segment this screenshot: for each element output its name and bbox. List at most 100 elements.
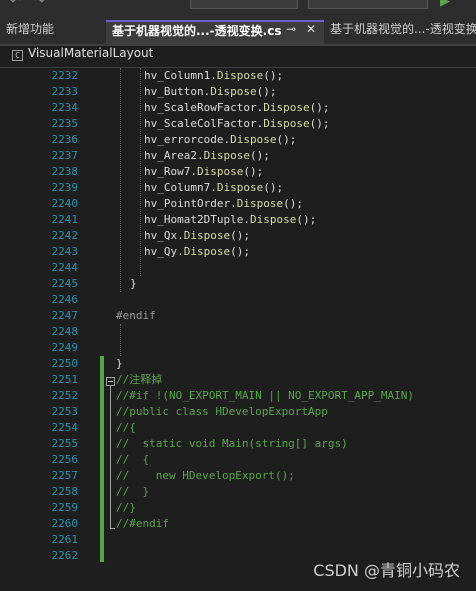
line-number: 2241 — [51, 213, 79, 226]
code-line[interactable]: 2259 //} — [0, 500, 476, 516]
line-number: 2235 — [51, 117, 79, 130]
code-line[interactable]: 2234 hv_ScaleRowFactor.Dispose(); — [0, 100, 476, 116]
platform-dropdown[interactable] — [308, 0, 428, 9]
line-number: 2232 — [51, 69, 79, 82]
line-number: 2250 — [51, 357, 79, 370]
code-text: hv_errorcode.Dispose(); — [144, 133, 297, 146]
start-icon[interactable]: ▶ — [440, 0, 450, 9]
tab-second-file[interactable]: 基于机器视觉的...-透视变换 — [324, 20, 476, 44]
code-line[interactable]: 2236 hv_errorcode.Dispose(); — [0, 132, 476, 148]
line-number: 2254 — [51, 421, 79, 434]
line-number: 2248 — [51, 325, 79, 338]
code-text: hv_Column7.Dispose(); — [144, 181, 284, 194]
line-number: 2234 — [51, 101, 79, 114]
tab-label: 基于机器视觉的...-透视变换.cs — [112, 24, 282, 38]
code-line[interactable]: 2261 — [0, 532, 476, 548]
line-number: 2239 — [51, 181, 79, 194]
code-line[interactable]: 2256 // { — [0, 452, 476, 468]
undo-icon[interactable]: ↶ — [10, 0, 21, 9]
code-text: // new HDevelopExport(); — [116, 469, 295, 482]
close-icon[interactable]: ✕ — [306, 22, 316, 36]
line-number: 2238 — [51, 165, 79, 178]
code-line[interactable]: 2257 // new HDevelopExport(); — [0, 468, 476, 484]
line-number: 2249 — [51, 341, 79, 354]
line-number: 2237 — [51, 149, 79, 162]
navigation-bar[interactable]: C VisualMaterialLayout — [0, 46, 476, 68]
line-number: 2258 — [51, 485, 79, 498]
code-line[interactable]: 2238 hv_Row7.Dispose(); — [0, 164, 476, 180]
toolbar-strip: ↶ ↷ ▶ — [0, 0, 476, 20]
code-text: //#endif — [116, 517, 169, 530]
line-number: 2245 — [51, 277, 79, 290]
code-text: } — [130, 277, 137, 290]
line-number: 2262 — [51, 549, 79, 562]
line-number: 2244 — [51, 261, 79, 274]
code-line[interactable]: 2244 — [0, 260, 476, 276]
code-line[interactable]: 2245} — [0, 276, 476, 292]
code-line[interactable]: 2254 //{ — [0, 420, 476, 436]
line-number: 2253 — [51, 405, 79, 418]
code-text: // static void Main(string[] args) — [116, 437, 348, 450]
line-number: 2246 — [51, 293, 79, 306]
code-line[interactable]: 2250} — [0, 356, 476, 372]
code-line[interactable]: 2248 — [0, 324, 476, 340]
code-line[interactable]: 2252 //#if !(NO_EXPORT_MAIN || NO_EXPORT_… — [0, 388, 476, 404]
line-number: 2236 — [51, 133, 79, 146]
class-icon: C — [12, 50, 23, 61]
code-text: // } — [116, 485, 150, 498]
code-line[interactable]: 2255 // static void Main(string[] args) — [0, 436, 476, 452]
code-line[interactable]: 2249 — [0, 340, 476, 356]
code-line[interactable]: 2247 #endif — [0, 308, 476, 324]
code-text: // { — [116, 453, 150, 466]
code-text: //注释掉 — [116, 373, 163, 386]
code-line[interactable]: 2260 //#endif — [0, 516, 476, 532]
configuration-dropdown[interactable] — [190, 0, 298, 9]
code-line[interactable]: 2235 hv_ScaleColFactor.Dispose(); — [0, 116, 476, 132]
code-text: //#if !(NO_EXPORT_MAIN || NO_EXPORT_APP_… — [116, 389, 415, 402]
code-line[interactable]: 2239 hv_Column7.Dispose(); — [0, 180, 476, 196]
tab-active-file[interactable]: 基于机器视觉的...-透视变换.cs ⊸ ✕ — [106, 20, 324, 44]
code-text: hv_ScaleColFactor.Dispose(); — [144, 117, 330, 130]
pin-icon[interactable]: ⊸ — [286, 22, 296, 36]
class-dropdown-label[interactable]: VisualMaterialLayout — [28, 46, 153, 60]
code-text: hv_Qy.Dispose(); — [144, 245, 250, 258]
line-number: 2259 — [51, 501, 79, 514]
code-text: hv_PointOrder.Dispose(); — [144, 197, 303, 210]
line-number: 2247 — [51, 309, 79, 322]
tab-label: 基于机器视觉的...-透视变换 — [330, 22, 476, 36]
code-line[interactable]: 2232 hv_Column1.Dispose(); — [0, 68, 476, 84]
code-line[interactable]: 2237 hv_Area2.Dispose(); — [0, 148, 476, 164]
code-text: hv_Row7.Dispose(); — [144, 165, 264, 178]
code-text: //} — [116, 501, 136, 514]
code-text: hv_Button.Dispose(); — [144, 85, 277, 98]
code-line[interactable]: 2246 — [0, 292, 476, 308]
code-text: hv_Column1.Dispose(); — [144, 69, 284, 82]
code-line[interactable]: 2240 hv_PointOrder.Dispose(); — [0, 196, 476, 212]
code-line[interactable]: 2258 // } — [0, 484, 476, 500]
line-number: 2257 — [51, 469, 79, 482]
line-number: 2251 — [51, 373, 79, 386]
code-text: //{ — [116, 421, 136, 434]
code-line[interactable]: 2233 hv_Button.Dispose(); — [0, 84, 476, 100]
line-number: 2255 — [51, 437, 79, 450]
tab-new-features[interactable]: 新增功能 — [0, 20, 106, 44]
tab-label: 新增功能 — [6, 22, 55, 36]
code-text: hv_Qx.Dispose(); — [144, 229, 250, 242]
line-number: 2243 — [51, 245, 79, 258]
line-number: 2240 — [51, 197, 79, 210]
line-number: 2242 — [51, 229, 79, 242]
code-line[interactable]: 2242 hv_Qx.Dispose(); — [0, 228, 476, 244]
code-editor[interactable]: 2232 hv_Column1.Dispose(); 2233 hv_Button.D… — [0, 68, 476, 591]
code-line[interactable]: 2253 //public class HDevelopExportApp — [0, 404, 476, 420]
code-line[interactable]: 2251 //注释掉 — [0, 372, 476, 388]
code-text: //public class HDevelopExportApp — [116, 405, 328, 418]
code-line[interactable]: 2243 hv_Qy.Dispose(); — [0, 244, 476, 260]
redo-icon[interactable]: ↷ — [34, 0, 45, 9]
watermark: CSDN @青铜小码农 — [313, 561, 460, 580]
line-number: 2233 — [51, 85, 79, 98]
code-text: hv_ScaleRowFactor.Dispose(); — [144, 101, 330, 114]
code-text: #endif — [116, 309, 156, 322]
code-line[interactable]: 2241 hv_Homat2DTuple.Dispose(); — [0, 212, 476, 228]
code-text: hv_Homat2DTuple.Dispose(); — [144, 213, 317, 226]
line-number: 2252 — [51, 389, 79, 402]
